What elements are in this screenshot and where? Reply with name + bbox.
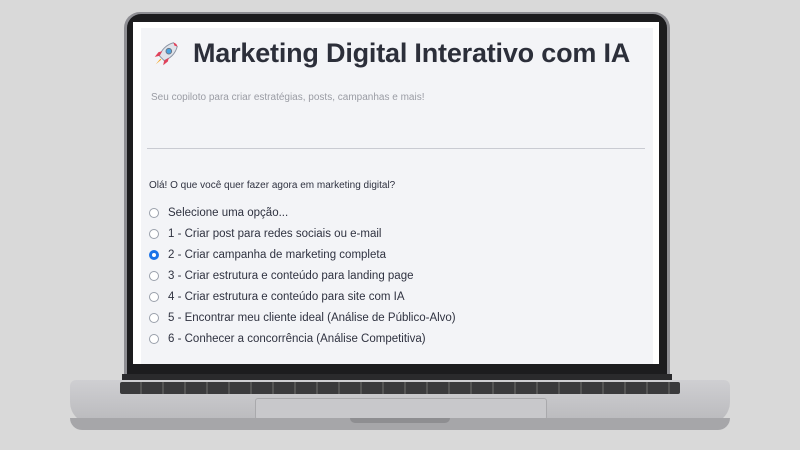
laptop-screen: Marketing Digital Interativo com IA Seu …: [133, 22, 659, 364]
radio-option-6[interactable]: 6 - Conhecer a concorrência (Análise Com…: [149, 328, 629, 349]
radio-option-label: 4 - Criar estrutura e conteúdo para site…: [168, 290, 405, 303]
laptop-notch: [350, 418, 450, 423]
radio-option-1[interactable]: 1 - Criar post para redes sociais ou e-m…: [149, 223, 629, 244]
radio-option-label: 5 - Encontrar meu cliente ideal (Análise…: [168, 311, 456, 324]
radio-button[interactable]: [149, 207, 159, 218]
radio-option-label: 1 - Criar post para redes sociais ou e-m…: [168, 227, 382, 240]
radio-button[interactable]: [149, 291, 159, 302]
radio-option-2[interactable]: 2 - Criar campanha de marketing completa: [149, 244, 629, 265]
question-label: Olá! O que você quer fazer agora em mark…: [149, 180, 396, 191]
divider: [147, 148, 645, 149]
radio-option-label: 2 - Criar campanha de marketing completa: [168, 248, 386, 261]
radio-button[interactable]: [149, 312, 159, 323]
radio-button[interactable]: [149, 333, 159, 344]
radio-button-selected[interactable]: [149, 249, 159, 260]
radio-option-label: 3 - Criar estrutura e conteúdo para land…: [168, 269, 414, 282]
laptop-trackpad: [255, 398, 547, 420]
header: Marketing Digital Interativo com IA: [151, 38, 630, 69]
page-title: Marketing Digital Interativo com IA: [193, 38, 631, 68]
radio-option-5[interactable]: 5 - Encontrar meu cliente ideal (Análise…: [149, 307, 629, 328]
radio-button[interactable]: [149, 228, 159, 239]
radio-option-4[interactable]: 4 - Criar estrutura e conteúdo para site…: [149, 286, 629, 307]
laptop-keyboard: [120, 382, 680, 394]
radio-button[interactable]: [149, 270, 159, 281]
page-subtitle: Seu copiloto para criar estratégias, pos…: [151, 92, 425, 103]
radio-option-placeholder[interactable]: Selecione uma opção...: [149, 202, 629, 223]
radio-group: Selecione uma opção... 1 - Criar post pa…: [149, 202, 629, 349]
radio-option-label: 6 - Conhecer a concorrência (Análise Com…: [168, 332, 426, 345]
app-window: Marketing Digital Interativo com IA Seu …: [141, 28, 653, 364]
radio-option-label: Selecione uma opção...: [168, 206, 289, 219]
radio-option-3[interactable]: 3 - Criar estrutura e conteúdo para land…: [149, 265, 629, 286]
rocket-icon: [154, 41, 178, 65]
